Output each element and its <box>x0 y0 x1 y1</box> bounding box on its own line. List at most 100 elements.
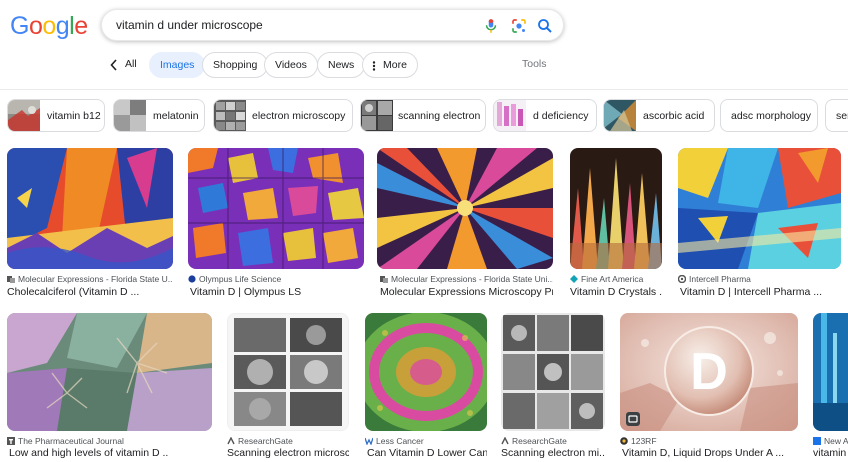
tab-shopping[interactable]: Shopping <box>202 52 269 78</box>
image-result[interactable]: Molecular Expressions - Florida State Un… <box>377 148 553 300</box>
vitamin-d-letter: D <box>690 343 728 401</box>
chip-vitamin-b12[interactable]: vitamin b12 <box>7 99 105 132</box>
site-favicon-icon <box>227 437 235 445</box>
chip-label: scanning electron <box>398 110 481 122</box>
result-thumbnail <box>7 148 173 269</box>
result-source: Fine Art America <box>570 274 662 284</box>
chip-d-deficiency[interactable]: d deficiency <box>493 99 597 132</box>
image-result[interactable]: Molecular Expressions - Florida State U.… <box>7 148 173 300</box>
result-source: Olympus Life Science <box>188 274 364 284</box>
chip-thumbnail <box>8 100 40 131</box>
result-title[interactable]: Cholecalciferol (Vitamin D ... <box>7 286 173 298</box>
result-thumbnail <box>7 313 212 431</box>
chip-adsc-morphology[interactable]: adsc morphology <box>720 99 818 132</box>
site-favicon-icon <box>365 437 373 445</box>
image-result[interactable]: ResearchGate Scanning electron microsc..… <box>227 313 349 462</box>
logo-letter: e <box>74 12 88 40</box>
microphone-icon[interactable] <box>482 17 500 35</box>
result-source-text: Olympus Life Science <box>199 274 282 284</box>
search-box[interactable] <box>101 9 564 41</box>
result-source-text: 123RF <box>631 436 657 446</box>
chip-thumbnail <box>494 100 526 131</box>
image-result[interactable]: Less Cancer Can Vitamin D Lower Can... <box>365 313 487 462</box>
chip-thumbnail <box>114 100 146 131</box>
google-logo[interactable]: Google <box>10 12 88 41</box>
chip-thumbnail <box>361 100 393 131</box>
result-title[interactable]: Can Vitamin D Lower Can... <box>367 447 487 459</box>
result-source-text: Molecular Expressions - Florida State U.… <box>18 274 173 284</box>
chip-label: vitamin b12 <box>47 110 101 122</box>
chip-electron-microscopy[interactable]: electron microscopy <box>213 99 353 132</box>
result-title[interactable]: Vitamin D Crystals ... <box>570 286 662 298</box>
result-thumbnail: D <box>620 313 798 431</box>
result-source-text: Intercell Pharma <box>689 274 751 284</box>
result-source: Molecular Expressions - Florida State Un… <box>380 274 553 284</box>
result-title[interactable]: Molecular Expressions Microscopy Pri... <box>380 286 553 298</box>
image-result[interactable]: Fine Art America Vitamin D Crystals ... <box>570 148 662 300</box>
result-title[interactable]: Vitamin D | Intercell Pharma ... <box>680 286 841 298</box>
chip-melatonin[interactable]: melatonin <box>113 99 205 132</box>
site-favicon-icon <box>813 437 821 445</box>
chip-thumbnail <box>214 100 246 131</box>
result-source-text: Molecular Expressions - Florida State Un… <box>391 274 553 284</box>
image-result[interactable]: New A vitamin <box>813 313 848 462</box>
site-favicon-icon <box>678 275 686 283</box>
image-result[interactable]: D 123RF Vitamin D, Liquid Drops Under A … <box>620 313 798 462</box>
site-favicon-icon <box>7 437 15 445</box>
result-source-text: Less Cancer <box>376 436 424 446</box>
logo-letter: o <box>42 12 56 40</box>
result-title[interactable]: vitamin <box>813 447 848 459</box>
result-source: ResearchGate <box>227 436 349 446</box>
result-thumbnail <box>377 148 553 269</box>
result-source: 123RF <box>620 436 798 446</box>
result-title[interactable]: Vitamin D | Olympus LS <box>190 286 366 298</box>
site-favicon-icon <box>188 275 196 283</box>
result-thumbnail <box>813 313 848 431</box>
result-source: Intercell Pharma <box>678 274 841 284</box>
chip-label: d deficiency <box>533 110 589 122</box>
tab-videos[interactable]: Videos <box>264 52 318 78</box>
chip-ascorbic-acid[interactable]: ascorbic acid <box>603 99 715 132</box>
image-result[interactable]: The Pharmaceutical Journal Low and high … <box>7 313 212 462</box>
search-icon[interactable] <box>536 17 554 35</box>
chip-ser[interactable]: ser <box>825 99 848 132</box>
result-thumbnail <box>678 148 841 269</box>
chip-thumbnail <box>604 100 636 131</box>
result-thumbnail <box>365 313 487 431</box>
site-favicon-icon <box>380 276 388 283</box>
google-lens-icon[interactable] <box>510 17 528 35</box>
result-source: Molecular Expressions - Florida State U.… <box>7 274 173 284</box>
tab-more[interactable]: More <box>362 52 418 78</box>
result-thumbnail <box>188 148 364 269</box>
tab-images[interactable]: Images <box>149 52 206 78</box>
image-badge-icon <box>626 412 640 426</box>
logo-letter: g <box>55 12 70 40</box>
logo-letter: o <box>28 12 43 40</box>
result-thumbnail <box>227 313 349 431</box>
image-result[interactable]: ResearchGate Scanning electron mi... <box>501 313 605 462</box>
tools-button[interactable]: Tools <box>522 58 547 70</box>
result-title[interactable]: Scanning electron mi... <box>501 447 605 459</box>
result-title[interactable]: Vitamin D, Liquid Drops Under A ... <box>622 447 798 459</box>
result-title[interactable]: Low and high levels of vitamin D ... <box>9 447 169 459</box>
site-favicon-icon <box>7 276 15 283</box>
site-favicon-icon <box>570 275 578 283</box>
image-result[interactable]: Intercell Pharma Vitamin D | Intercell P… <box>678 148 841 300</box>
site-favicon-icon <box>501 437 509 445</box>
header-divider <box>0 89 848 90</box>
chip-label: ascorbic acid <box>643 110 705 122</box>
tab-news[interactable]: News <box>317 52 366 78</box>
chip-label: adsc morphology <box>731 110 811 122</box>
image-result[interactable]: Olympus Life Science Vitamin D | Olympus… <box>188 148 364 300</box>
more-vert-icon <box>372 61 376 71</box>
result-source: The Pharmaceutical Journal <box>7 436 212 446</box>
logo-letter: G <box>10 12 29 40</box>
result-title[interactable]: Scanning electron microsc... <box>227 447 349 459</box>
result-source: ResearchGate <box>501 436 605 446</box>
tab-all[interactable]: All <box>115 52 147 78</box>
chip-label: electron microscopy <box>252 110 346 122</box>
chip-scanning-electron[interactable]: scanning electron <box>360 99 486 132</box>
tab-more-label: More <box>383 59 407 71</box>
search-input[interactable] <box>116 18 456 32</box>
site-favicon-icon <box>620 437 628 445</box>
